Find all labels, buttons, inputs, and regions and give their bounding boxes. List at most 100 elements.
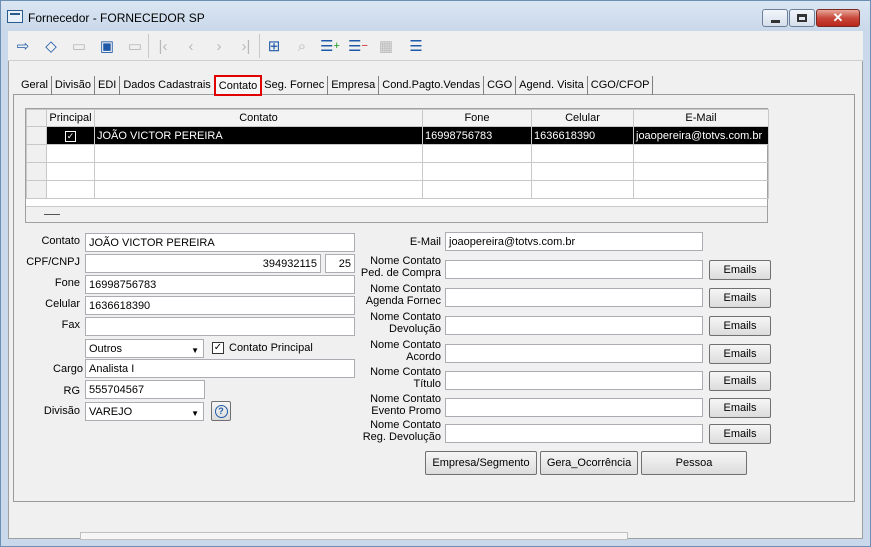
celular-cell[interactable]: 1636618390 xyxy=(531,126,634,145)
cpf-field[interactable]: 394932115 xyxy=(85,254,321,273)
fax-field[interactable] xyxy=(85,317,355,336)
column-header-contato[interactable]: Contato xyxy=(94,109,423,127)
nome-contato-label: Nome Contato Evento Promo xyxy=(345,393,441,417)
toolbar-separator xyxy=(148,34,149,58)
contato-cell[interactable]: JOÃO VICTOR PEREIRA xyxy=(94,126,423,145)
nome-contato-field[interactable] xyxy=(445,316,703,335)
nome-contato-label-line2: Evento Promo xyxy=(371,405,441,417)
emails-button[interactable]: Emails xyxy=(709,316,771,336)
nome-contato-label-line1: Nome Contato xyxy=(370,311,441,323)
table-row[interactable] xyxy=(26,162,769,181)
tab-divis-o[interactable]: Divisão xyxy=(52,76,95,95)
nome-contato-field[interactable] xyxy=(445,288,703,307)
divisao-label: Divisão xyxy=(43,405,80,417)
add-item-icon[interactable]: ☰ + xyxy=(318,34,342,58)
help-button[interactable]: ? xyxy=(211,401,231,421)
maximize-button[interactable] xyxy=(789,9,815,27)
gera-ocorrencia-button[interactable]: Gera_Ocorrência xyxy=(540,451,638,475)
row-indicator xyxy=(26,126,47,145)
edit-record-icon[interactable]: ▣ xyxy=(95,34,119,58)
title-bar[interactable]: Fornecedor - FORNECEDOR SP ✕ xyxy=(0,0,871,32)
previous-icon[interactable]: ‹ xyxy=(179,34,203,58)
chevron-down-icon: ▼ xyxy=(191,346,199,355)
principal-checkbox[interactable]: ✓ xyxy=(65,130,76,142)
table-row[interactable] xyxy=(26,180,769,199)
tipo-contato-value: Outros xyxy=(89,343,123,355)
app-icon xyxy=(7,10,23,23)
tab-empresa[interactable]: Empresa xyxy=(328,76,380,95)
column-header-fone[interactable]: Fone xyxy=(422,109,532,127)
nome-contato-field[interactable] xyxy=(445,371,703,390)
remove-item-icon[interactable]: ☰ − xyxy=(346,34,370,58)
nome-contato-label: Nome Contato Ped. de Compra xyxy=(345,255,441,279)
table-icon[interactable]: ▦ xyxy=(374,34,398,58)
rg-field[interactable]: 555704567 xyxy=(85,380,205,399)
search-icon[interactable]: ⌕ xyxy=(290,34,314,58)
tab-geral[interactable]: Geral xyxy=(18,76,52,95)
nome-contato-field[interactable] xyxy=(445,344,703,363)
nome-contato-label-line1: Nome Contato xyxy=(370,419,441,431)
pessoa-button[interactable]: Pessoa xyxy=(641,451,747,475)
email-cell[interactable]: joaopereira@totvs.com.br xyxy=(633,126,769,145)
email-field[interactable]: joaopereira@totvs.com.br xyxy=(445,232,703,251)
tab-cond-pagto-vendas[interactable]: Cond.Pagto.Vendas xyxy=(379,76,485,95)
row-indicator-header xyxy=(26,109,47,127)
fone-field[interactable]: 16998756783 xyxy=(85,275,355,294)
emails-button[interactable]: Emails xyxy=(709,371,771,391)
nome-contato-label-line2: Título xyxy=(413,378,441,390)
horizontal-scrollbar[interactable] xyxy=(80,532,628,540)
tab-cgo[interactable]: CGO xyxy=(484,76,517,95)
tab-edi[interactable]: EDI xyxy=(95,76,121,95)
table-row[interactable] xyxy=(26,144,769,163)
contato-field[interactable]: JOÃO VICTOR PEREIRA xyxy=(85,233,355,252)
column-header-principal[interactable]: Principal xyxy=(46,109,95,127)
fone-cell[interactable]: 16998756783 xyxy=(422,126,532,145)
tab-seg-fornec[interactable]: Seg. Fornec xyxy=(261,76,329,95)
divisao-select[interactable]: VAREJO ▼ xyxy=(85,402,204,421)
nome-contato-label-line2: Ped. de Compra xyxy=(360,267,441,279)
close-button[interactable]: ✕ xyxy=(816,9,860,27)
nome-contato-field[interactable] xyxy=(445,398,703,417)
help-icon: ? xyxy=(214,404,228,418)
tab-cgo-cfop[interactable]: CGO/CFOP xyxy=(588,76,654,95)
exit-icon[interactable]: ⇨ xyxy=(11,34,35,58)
new-record-icon[interactable]: ▭ xyxy=(67,34,91,58)
tab-dados-cadastrais[interactable]: Dados Cadastrais xyxy=(120,76,215,95)
list-icon[interactable]: ☰ xyxy=(404,34,428,58)
last-icon[interactable]: ›| xyxy=(234,34,258,58)
first-icon[interactable]: |‹ xyxy=(151,34,175,58)
new-row-marker-icon xyxy=(44,214,60,215)
emails-button[interactable]: Emails xyxy=(709,260,771,280)
nome-contato-label: Nome Contato Reg. Devolução xyxy=(345,419,441,443)
empresa-segmento-button[interactable]: Empresa/Segmento xyxy=(425,451,537,475)
grid-footer xyxy=(26,206,767,222)
nome-contato-field[interactable] xyxy=(445,260,703,279)
chevron-down-icon: ▼ xyxy=(191,409,199,418)
column-header-email[interactable]: E-Mail xyxy=(633,109,769,127)
nome-contato-label-line2: Devolução xyxy=(389,323,441,335)
grid-view-icon[interactable]: ⊞ xyxy=(262,34,286,58)
nome-contato-label-line1: Nome Contato xyxy=(370,339,441,351)
celular-field[interactable]: 1636618390 xyxy=(85,296,355,315)
tab-contato[interactable]: Contato xyxy=(213,75,263,96)
cargo-field[interactable]: Analista I xyxy=(85,359,355,378)
nome-contato-label-line1: Nome Contato xyxy=(370,255,441,267)
nome-contato-label-line2: Agenda Fornec xyxy=(365,295,441,307)
next-icon[interactable]: › xyxy=(207,34,231,58)
tipo-contato-select[interactable]: Outros ▼ xyxy=(85,339,204,358)
emails-button[interactable]: Emails xyxy=(709,398,771,418)
close-icon: ✕ xyxy=(832,10,844,25)
delete-record-icon[interactable]: ▭ xyxy=(123,34,147,58)
column-header-celular[interactable]: Celular xyxy=(531,109,634,127)
divisao-value: VAREJO xyxy=(89,406,133,418)
eraser-icon[interactable]: ◇ xyxy=(39,34,63,58)
principal-cell[interactable]: ✓ xyxy=(46,126,95,145)
nome-contato-field[interactable] xyxy=(445,424,703,443)
emails-button[interactable]: Emails xyxy=(709,424,771,444)
emails-button[interactable]: Emails xyxy=(709,344,771,364)
tab-agend-visita[interactable]: Agend. Visita xyxy=(516,76,588,95)
minimize-button[interactable] xyxy=(762,9,788,27)
contato-principal-checkbox[interactable]: ✓ xyxy=(212,342,224,354)
table-row[interactable]: ✓ JOÃO VICTOR PEREIRA 16998756783 163661… xyxy=(26,126,769,145)
emails-button[interactable]: Emails xyxy=(709,288,771,308)
